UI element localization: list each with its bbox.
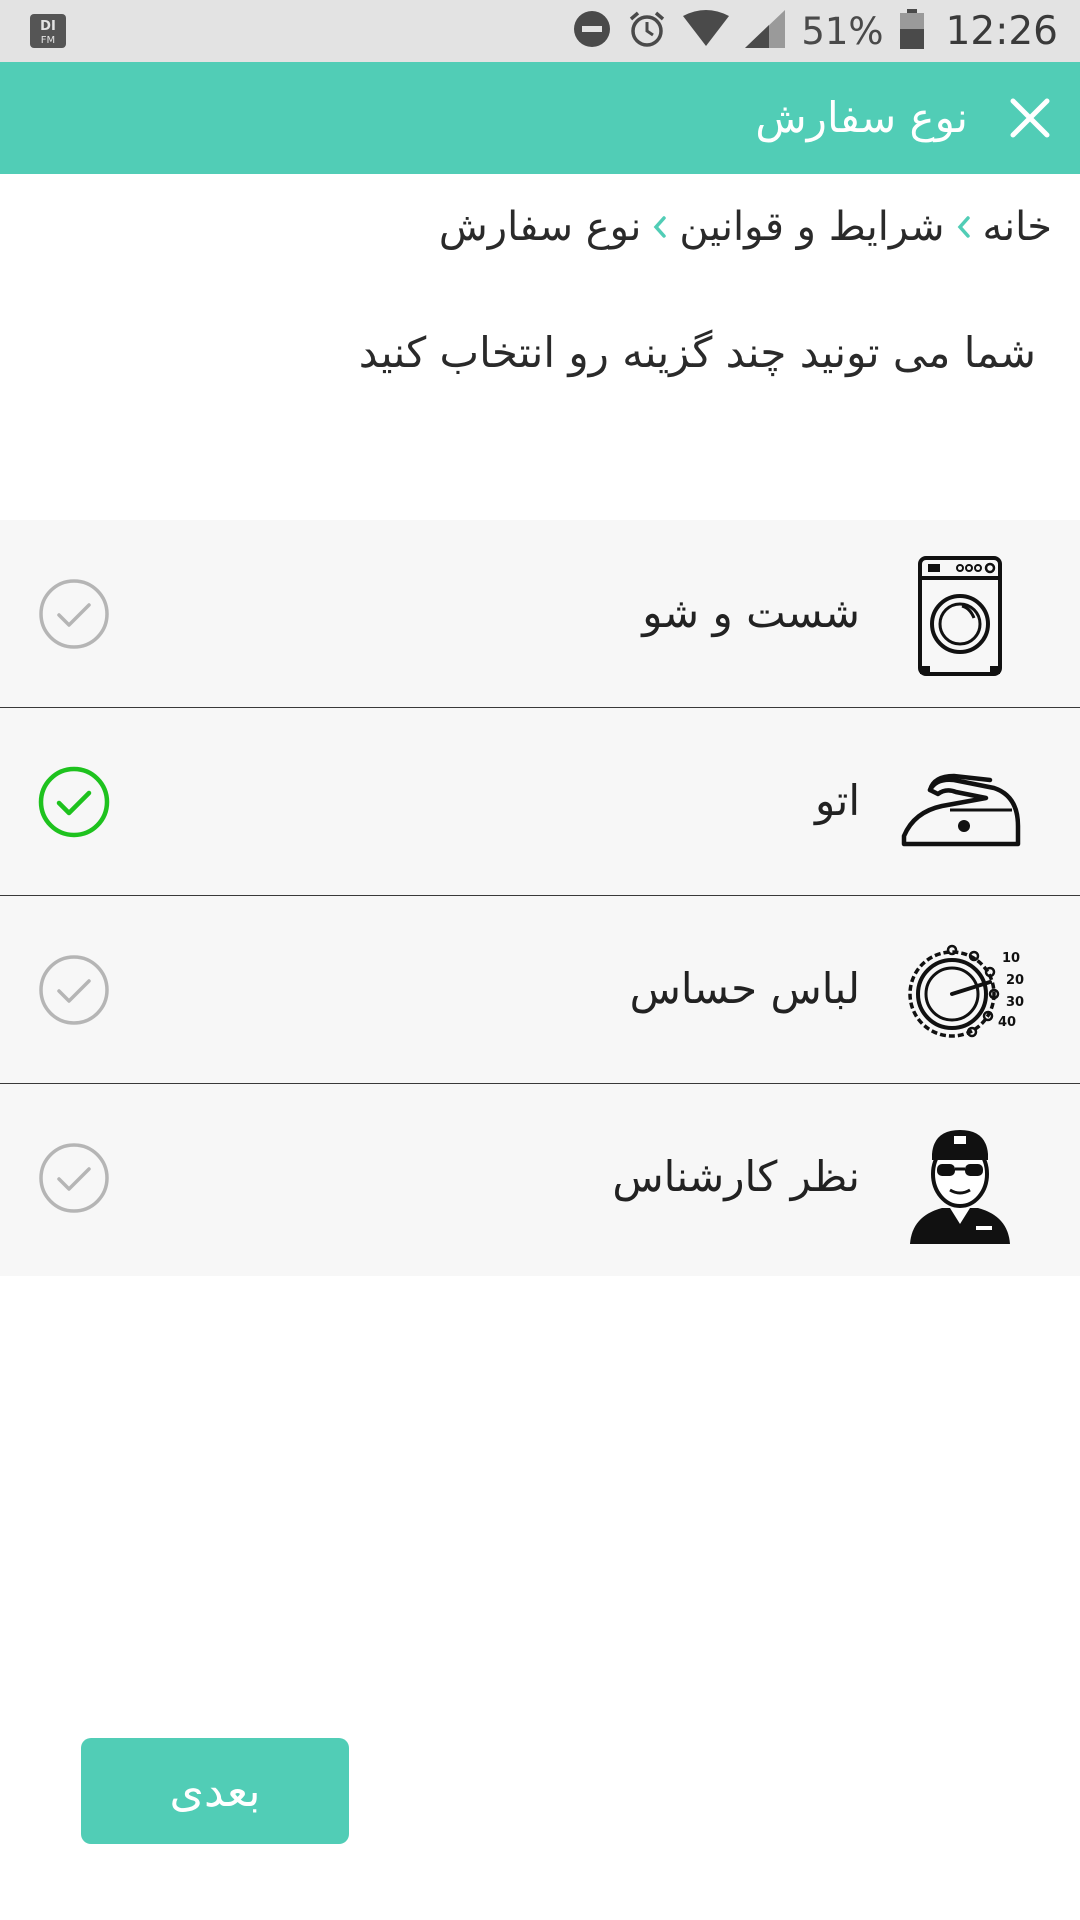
option-label: لباس حساس xyxy=(629,964,860,1013)
clock: 12:26 xyxy=(945,8,1058,54)
status-bar: DI FM 51% 12:26 xyxy=(0,0,1080,62)
battery-icon xyxy=(899,9,924,53)
temperature-dial-icon: 10 20 30 40 xyxy=(890,920,1030,1060)
close-button[interactable] xyxy=(1002,90,1058,146)
check-circle-selected-icon[interactable] xyxy=(38,766,110,838)
expert-icon xyxy=(890,1108,1030,1248)
alarm-icon xyxy=(627,9,667,53)
page-title: نوع سفارش xyxy=(755,93,968,142)
option-label: اتو xyxy=(814,776,860,825)
dial-label: 30 xyxy=(1006,995,1024,1010)
washing-machine-icon xyxy=(890,544,1030,684)
chevron-right-icon xyxy=(957,215,971,239)
next-button[interactable]: بعدی xyxy=(81,1738,349,1844)
battery-percent: 51% xyxy=(801,9,884,53)
option-ironing[interactable]: اتو xyxy=(0,708,1080,896)
order-type-list: شست و شو اتو 10 20 30 40 لباس حساس نظر ک… xyxy=(0,520,1080,1276)
dial-label: 40 xyxy=(998,1015,1016,1030)
option-label: نظر کارشناس xyxy=(612,1152,860,1201)
app-logo-icon: DI FM xyxy=(30,14,66,48)
selection-hint: شما می تونید چند گزینه رو انتخاب کنید xyxy=(358,328,1036,377)
breadcrumb-current: نوع سفارش xyxy=(438,204,642,250)
breadcrumb-home[interactable]: خانه xyxy=(983,204,1053,250)
breadcrumb: خانه شرایط و قوانین نوع سفارش xyxy=(439,198,1052,256)
chevron-right-icon xyxy=(653,215,667,239)
svg-text:FM: FM xyxy=(41,35,55,46)
wifi-icon xyxy=(683,10,730,52)
iron-icon xyxy=(890,732,1030,872)
close-icon xyxy=(1010,98,1050,138)
dnd-icon xyxy=(573,10,611,52)
svg-text:DI: DI xyxy=(40,19,56,34)
check-circle-icon[interactable] xyxy=(38,1142,110,1214)
option-label: شست و شو xyxy=(642,588,860,637)
dial-label: 20 xyxy=(1006,973,1024,988)
option-washing[interactable]: شست و شو xyxy=(0,520,1080,708)
breadcrumb-terms[interactable]: شرایط و قوانین xyxy=(679,204,944,250)
check-circle-icon[interactable] xyxy=(38,578,110,650)
option-delicate-clothes[interactable]: 10 20 30 40 لباس حساس xyxy=(0,896,1080,1084)
dial-label: 10 xyxy=(1002,951,1020,966)
signal-icon xyxy=(745,10,786,52)
check-circle-icon[interactable] xyxy=(38,954,110,1026)
option-expert-opinion[interactable]: نظر کارشناس xyxy=(0,1084,1080,1276)
app-bar: نوع سفارش xyxy=(0,62,1080,174)
